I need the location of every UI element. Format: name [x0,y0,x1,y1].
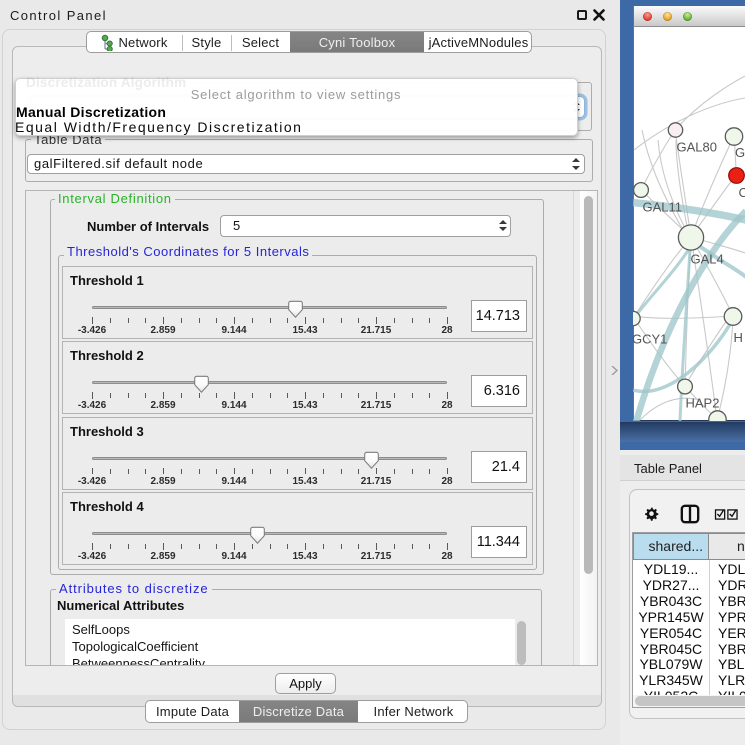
svg-text:GCY1: GCY1 [633,332,667,347]
svg-text:GA: GA [735,145,745,160]
svg-text:GAL4: GAL4 [691,252,724,267]
svg-text:H: H [734,330,743,345]
svg-text:C: C [739,185,745,200]
svg-text:GAL11: GAL11 [643,200,683,215]
svg-text:HAP2: HAP2 [686,396,720,411]
svg-text:GAL80: GAL80 [677,140,717,155]
